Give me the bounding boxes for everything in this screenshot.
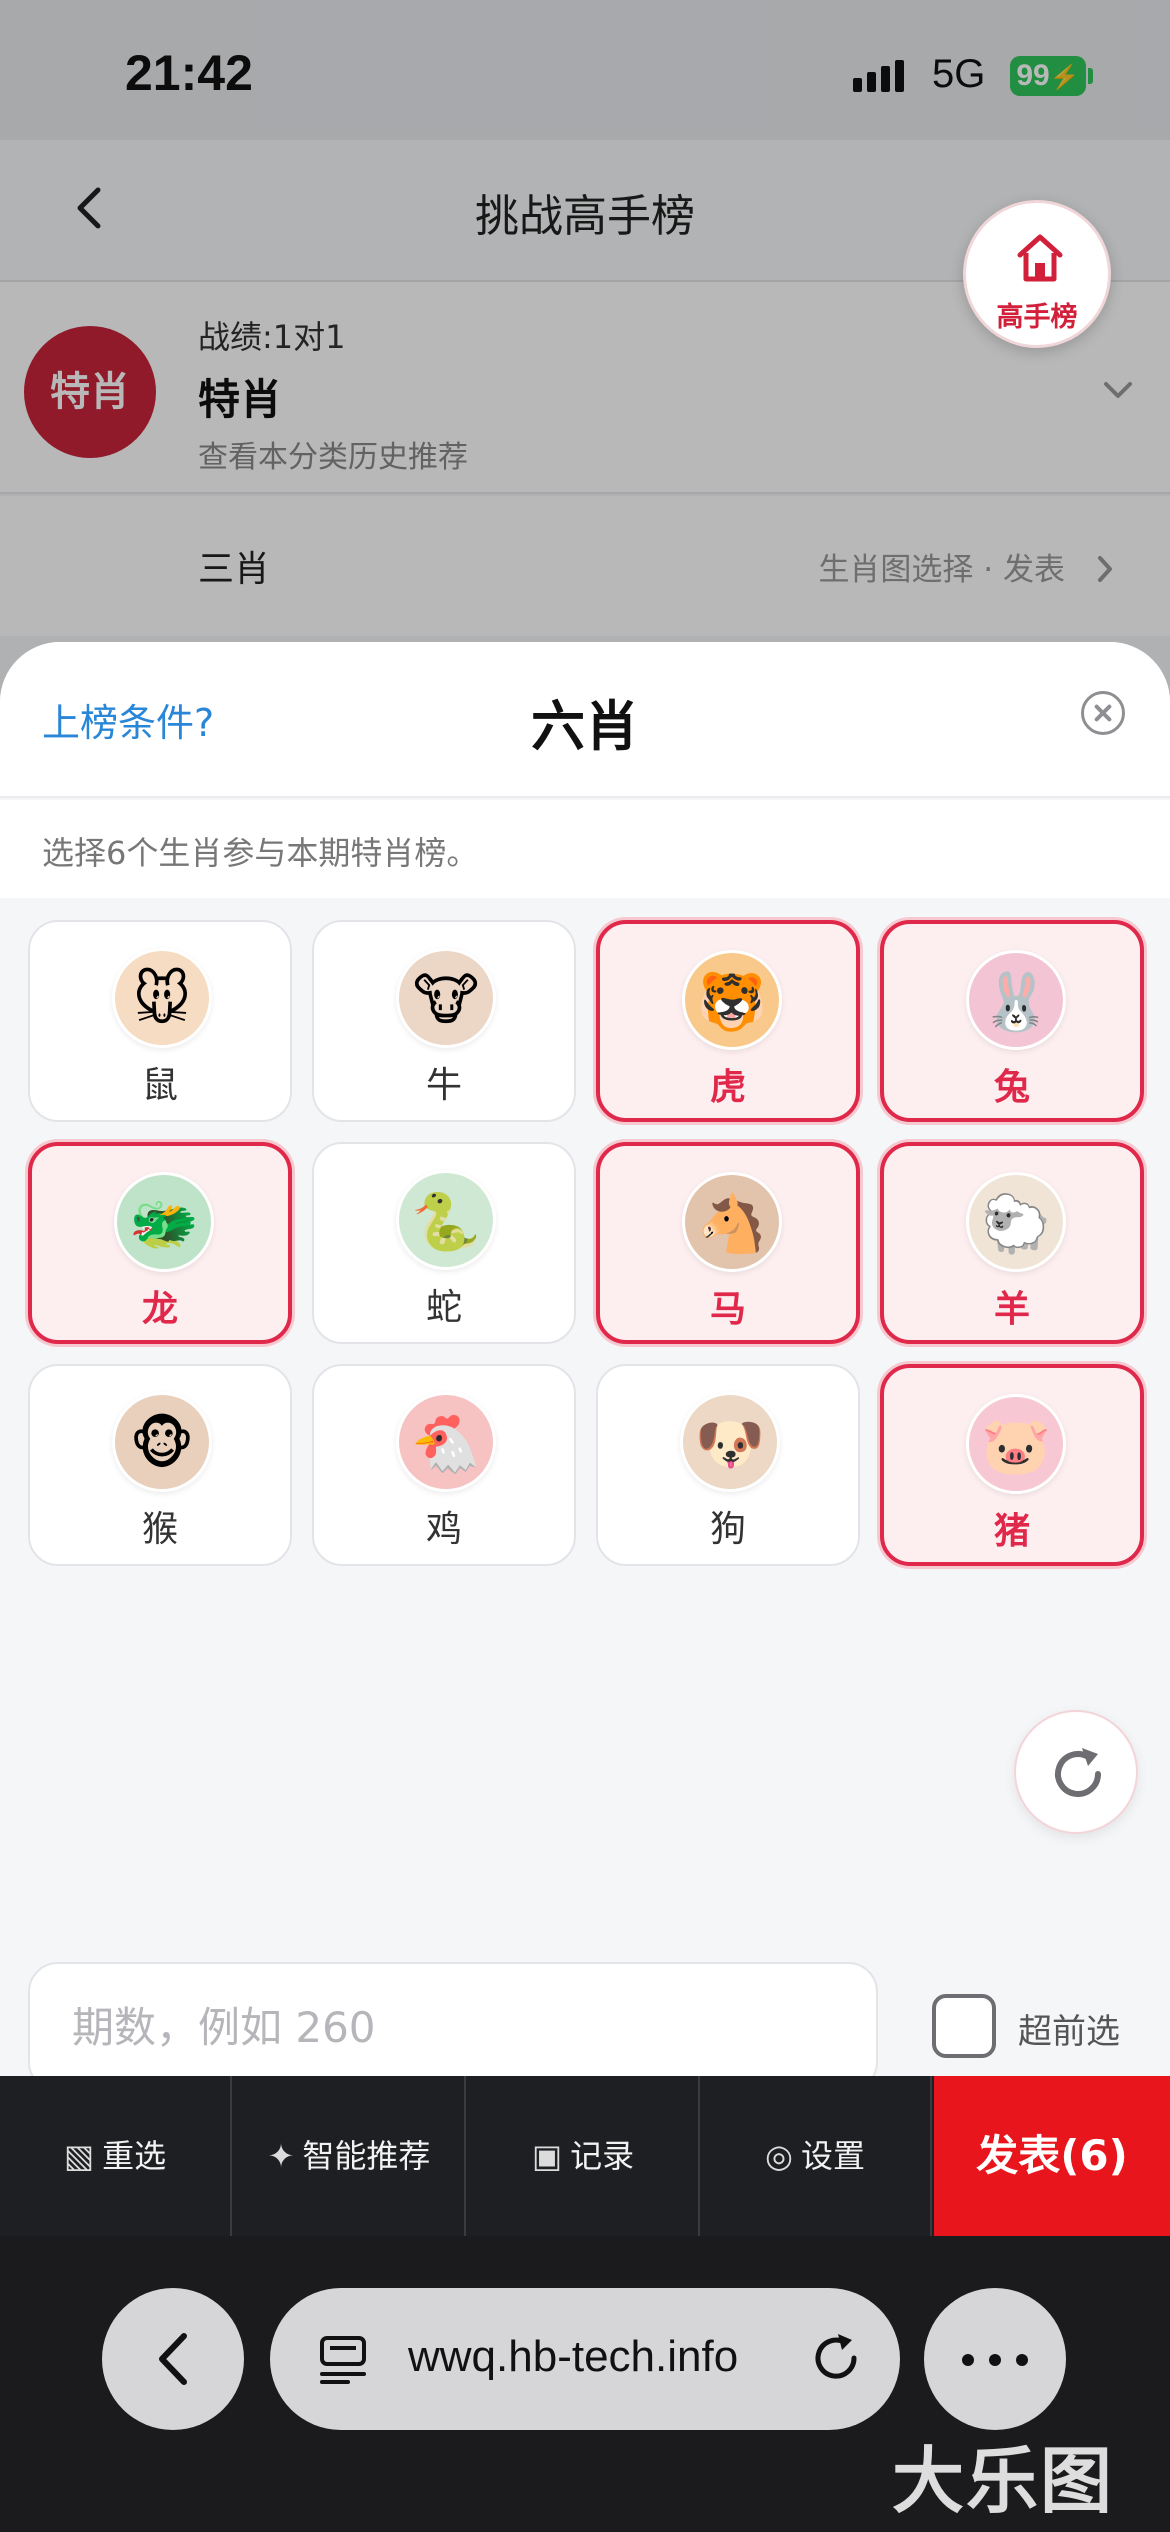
browser-back-button[interactable]: [102, 2288, 244, 2430]
records-button[interactable]: ▣ 记录: [468, 2076, 700, 2236]
settings-button[interactable]: ◎ 设置: [700, 2076, 932, 2236]
refresh-icon: [1055, 1748, 1101, 1797]
publish-button[interactable]: 发表(6): [934, 2076, 1170, 2236]
zodiac-emoji-icon: 🐰: [966, 950, 1066, 1050]
zodiac-emoji-icon: 🐵: [112, 1392, 212, 1492]
zodiac-emoji-icon: 🐴: [682, 1172, 782, 1272]
zodiac-label: 马: [709, 1289, 746, 1330]
zodiac-card[interactable]: 🐵 猴: [28, 1364, 292, 1566]
zodiac-card[interactable]: 🐰 兔: [880, 920, 1144, 1122]
reselect-button[interactable]: ▧ 重选: [0, 2076, 232, 2236]
zodiac-label: 猴: [141, 1509, 178, 1550]
leaderboard-home-button[interactable]: 高手榜: [963, 200, 1111, 348]
home-badge-label: 高手榜: [996, 302, 1078, 333]
action-bar: ▧ 重选 ✦ 智能推荐 ▣ 记录 ◎ 设置 发表(6): [0, 2076, 1170, 2236]
sparkle-icon: ✦: [267, 2137, 295, 2175]
dim-overlay[interactable]: [0, 0, 1170, 700]
zodiac-card[interactable]: 🐑 羊: [880, 1142, 1144, 1344]
smart-recommend-button[interactable]: ✦ 智能推荐: [234, 2076, 466, 2236]
zodiac-emoji-icon: 🐶: [680, 1392, 780, 1492]
browser-toolbar: wwq.hb-tech.info 大乐图: [0, 2236, 1170, 2532]
smart-recommend-label: 智能推荐: [302, 2137, 431, 2175]
zodiac-label: 羊: [993, 1289, 1030, 1330]
chevron-left-icon: [159, 2333, 187, 2385]
sheet-description: 选择6个生肖参与本期特肖榜。: [42, 834, 479, 872]
zodiac-emoji-icon: 🐲: [114, 1172, 214, 1272]
zodiac-picker-sheet: 上榜条件? 六肖 选择6个生肖参与本期特肖榜。 🐭 鼠 🐮 牛 🐯 虎 🐰 兔 🐲 龙 🐍 蛇 🐴 马 🐑 羊…: [0, 642, 1170, 2076]
zodiac-emoji-icon: 🐯: [682, 950, 782, 1050]
more-dot: [962, 2354, 974, 2366]
reselect-label: 重选: [102, 2137, 167, 2175]
zodiac-card[interactable]: 🐷 猪: [880, 1364, 1144, 1566]
watermark-logo: 大乐图: [892, 2439, 1115, 2523]
zodiac-emoji-icon: 🐷: [966, 1394, 1066, 1494]
close-icon[interactable]: [1081, 691, 1125, 735]
period-input[interactable]: [28, 1962, 878, 2076]
zodiac-card[interactable]: 🐲 龙: [28, 1142, 292, 1344]
zodiac-label: 猪: [993, 1511, 1030, 1552]
settings-label: 设置: [800, 2137, 865, 2175]
reselect-icon: ▧: [63, 2137, 95, 2175]
zodiac-card[interactable]: 🐍 蛇: [312, 1142, 576, 1344]
zodiac-card[interactable]: 🐶 狗: [596, 1364, 860, 1566]
address-bar[interactable]: wwq.hb-tech.info: [270, 2288, 900, 2430]
records-label: 记录: [570, 2137, 635, 2175]
zodiac-card[interactable]: 🐴 马: [596, 1142, 860, 1344]
url-text: wwq.hb-tech.info: [408, 2332, 739, 2381]
page-menu-icon[interactable]: [318, 2334, 368, 2386]
zodiac-label: 兔: [993, 1067, 1030, 1108]
zodiac-emoji-icon: 🐔: [396, 1392, 496, 1492]
more-dot: [989, 2354, 1001, 2366]
zodiac-emoji-icon: 🐮: [396, 948, 496, 1048]
refresh-button[interactable]: [1014, 1710, 1138, 1834]
sheet-header: 上榜条件? 六肖: [0, 642, 1170, 798]
more-button[interactable]: [924, 2288, 1066, 2430]
settings-icon: ◎: [765, 2137, 793, 2175]
zodiac-label: 蛇: [425, 1287, 462, 1328]
zodiac-card[interactable]: 🐔 鸡: [312, 1364, 576, 1566]
zodiac-label: 虎: [709, 1067, 746, 1108]
sheet-description-box: 选择6个生肖参与本期特肖榜。: [0, 800, 1170, 898]
zodiac-label: 狗: [709, 1509, 746, 1550]
reload-icon[interactable]: [808, 2330, 864, 2386]
zodiac-card[interactable]: 🐮 牛: [312, 920, 576, 1122]
records-icon: ▣: [531, 2137, 563, 2175]
zodiac-label: 鸡: [425, 1509, 462, 1550]
zodiac-emoji-icon: 🐑: [966, 1172, 1066, 1272]
zodiac-label: 鼠: [141, 1065, 178, 1106]
sheet-title: 六肖: [531, 695, 639, 758]
zodiac-card[interactable]: 🐯 虎: [596, 920, 860, 1122]
advance-checkbox[interactable]: [932, 1994, 996, 2058]
zodiac-emoji-icon: 🐭: [112, 948, 212, 1048]
zodiac-label: 龙: [141, 1289, 178, 1330]
zodiac-card[interactable]: 🐭 鼠: [28, 920, 292, 1122]
zodiac-emoji-icon: 🐍: [396, 1170, 496, 1270]
home-icon: [1017, 234, 1063, 282]
more-dot: [1016, 2354, 1028, 2366]
advance-label: 超前选: [1018, 2012, 1120, 2052]
zodiac-label: 牛: [425, 1065, 462, 1106]
